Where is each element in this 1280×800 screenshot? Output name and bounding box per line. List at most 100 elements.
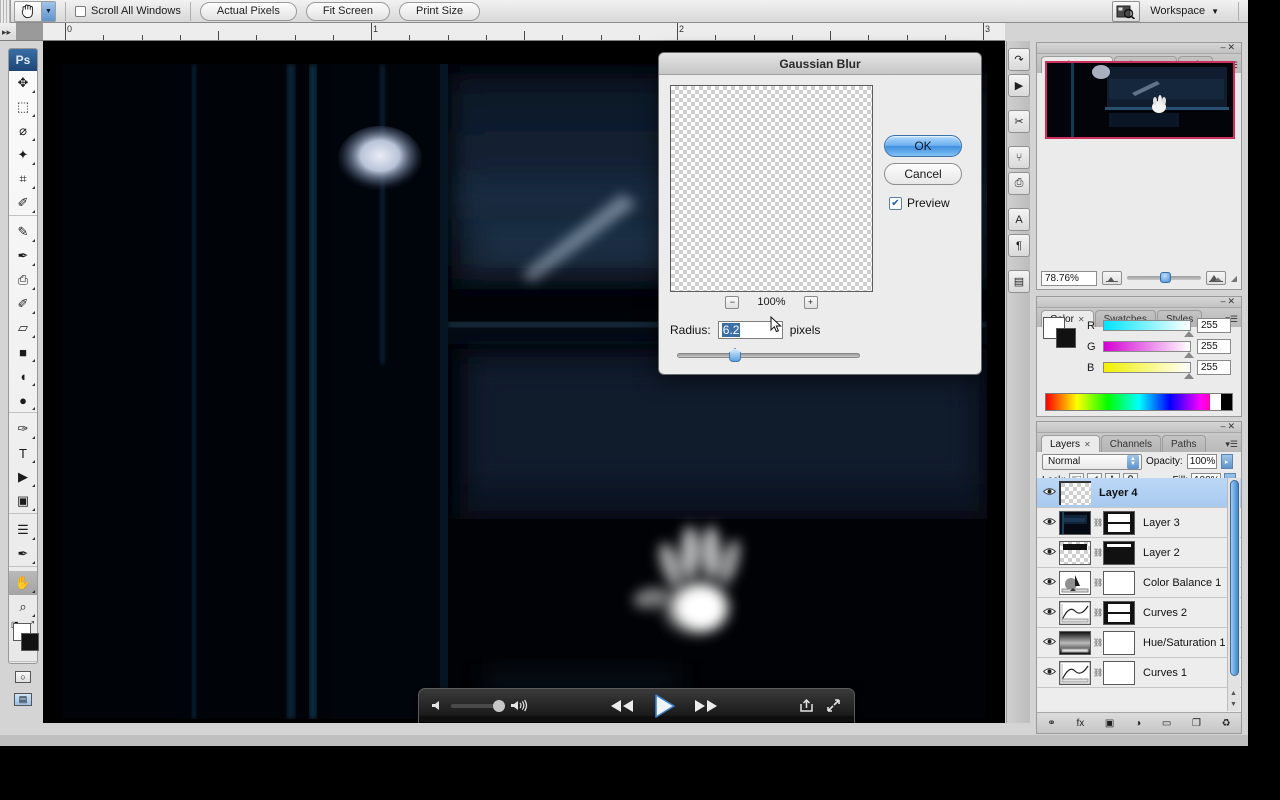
- zoom-out-button[interactable]: −: [725, 295, 740, 309]
- path-selection-tool[interactable]: ▶: [9, 465, 37, 489]
- tool-flyout-triangle-icon[interactable]: [32, 114, 35, 117]
- move-tool[interactable]: ✥: [9, 71, 37, 95]
- layer-visibility-eye-icon[interactable]: [1039, 517, 1059, 529]
- volume-slider[interactable]: [451, 699, 505, 712]
- fit-screen-button[interactable]: Fit Screen: [305, 1, 390, 21]
- blend-mode-stepper-icon[interactable]: ▲ ▼: [1127, 454, 1139, 469]
- paragraph-panel-icon[interactable]: ¶: [1008, 234, 1030, 257]
- layer-thumbnail[interactable]: [1059, 480, 1091, 505]
- layer-mask-link-icon[interactable]: ⛓: [1093, 608, 1103, 617]
- channel-b-value[interactable]: 255: [1197, 360, 1231, 375]
- scroll-all-windows-box[interactable]: [75, 5, 86, 17]
- options-bar-grip[interactable]: [0, 0, 11, 23]
- eraser-tool[interactable]: ▱: [9, 316, 37, 340]
- fullscreen-icon[interactable]: [826, 698, 841, 713]
- tool-flyout-triangle-icon[interactable]: [32, 186, 35, 189]
- zoom-out-icon[interactable]: [1102, 271, 1122, 285]
- play-icon[interactable]: [651, 693, 677, 719]
- color-panel-swatches[interactable]: [1043, 317, 1077, 349]
- eyedropper-tool[interactable]: ✐: [9, 191, 37, 215]
- color-panel-bar[interactable]: –✕: [1037, 296, 1241, 308]
- layers-window-controls[interactable]: –✕: [1220, 421, 1237, 432]
- tool-flyout-triangle-icon[interactable]: [32, 263, 35, 266]
- history-brush-tool[interactable]: ✐: [9, 292, 37, 316]
- blur-tool[interactable]: ◖: [9, 364, 37, 388]
- layer-visibility-eye-icon[interactable]: [1039, 577, 1059, 589]
- channel-r-slider[interactable]: [1103, 320, 1194, 337]
- blend-mode-select[interactable]: Normal ▲ ▼: [1042, 453, 1142, 470]
- layer-visibility-eye-icon[interactable]: [1039, 667, 1059, 679]
- layer-row[interactable]: ⛓ Hue/Saturation 1: [1037, 628, 1241, 658]
- color-swatches[interactable]: ◨ ⤢: [9, 619, 39, 661]
- zoom-in-button[interactable]: +: [803, 295, 818, 309]
- layer-mask-thumbnail[interactable]: [1103, 510, 1135, 535]
- channel-b-slider[interactable]: [1103, 362, 1194, 379]
- opacity-dropdown-icon[interactable]: ▸: [1220, 454, 1233, 469]
- navigator-zoom-field[interactable]: 78.76%: [1041, 270, 1097, 286]
- tool-flyout-triangle-icon[interactable]: [32, 484, 35, 487]
- opacity-field[interactable]: 100%: [1186, 454, 1217, 469]
- layer-thumbnail[interactable]: [1059, 510, 1091, 535]
- print-size-button[interactable]: Print Size: [398, 1, 481, 21]
- scroll-down-icon[interactable]: ▼: [1230, 701, 1237, 708]
- volume-low-icon[interactable]: [431, 699, 445, 712]
- radius-slider[interactable]: [677, 348, 860, 362]
- channel-g-knob[interactable]: [1184, 352, 1194, 358]
- crop-tool[interactable]: ⌗: [9, 167, 37, 191]
- layer-style-icon[interactable]: fx: [1076, 718, 1084, 729]
- dodge-tool[interactable]: ●: [9, 388, 37, 412]
- layer-thumbnail[interactable]: [1059, 660, 1091, 685]
- shape-tool[interactable]: ▣: [9, 489, 37, 513]
- volume-high-icon[interactable]: [510, 699, 528, 712]
- tool-flyout-triangle-icon[interactable]: [32, 460, 35, 463]
- tool-flyout-triangle-icon[interactable]: [32, 287, 35, 290]
- layer-visibility-eye-icon[interactable]: [1039, 547, 1059, 559]
- fast-forward-icon[interactable]: [693, 699, 719, 713]
- tool-flyout-triangle-icon[interactable]: [32, 590, 35, 593]
- resize-grip-icon[interactable]: ◢: [1231, 274, 1237, 283]
- color-background-swatch[interactable]: [1056, 328, 1076, 348]
- quick-mask-toggle[interactable]: ○: [9, 666, 37, 688]
- tool-flyout-triangle-icon[interactable]: [32, 311, 35, 314]
- radius-slider-track[interactable]: [677, 353, 860, 358]
- tab-layers[interactable]: Layers ✕: [1041, 435, 1100, 452]
- layers-scroll-thumb[interactable]: [1230, 480, 1239, 676]
- blur-preview-thumbnail[interactable]: [670, 85, 873, 292]
- layer-thumbnail[interactable]: [1059, 600, 1091, 625]
- horizontal-ruler[interactable]: 0 1 2 3: [43, 23, 1005, 41]
- tab-channels[interactable]: Channels: [1100, 435, 1161, 452]
- tool-flyout-triangle-icon[interactable]: [32, 561, 35, 564]
- layer-mask-link-icon[interactable]: ⛓: [1093, 668, 1103, 677]
- tool-flyout-triangle-icon[interactable]: [32, 162, 35, 165]
- link-layers-icon[interactable]: ⚭: [1047, 718, 1055, 729]
- clone-stamp-tool[interactable]: ⎙: [9, 268, 37, 292]
- actions-panel-icon[interactable]: ↷: [1008, 48, 1030, 71]
- tool-flyout-triangle-icon[interactable]: [32, 508, 35, 511]
- layer-row[interactable]: ⛓ Layer 2: [1037, 538, 1241, 568]
- color-sampler-tool[interactable]: ✒: [9, 542, 37, 566]
- layer-row[interactable]: ⛓ Curves 2: [1037, 598, 1241, 628]
- radius-slider-knob[interactable]: [729, 348, 741, 362]
- magic-wand-tool[interactable]: ✦: [9, 143, 37, 167]
- share-icon[interactable]: [799, 698, 814, 713]
- delete-layer-icon[interactable]: ♻: [1222, 718, 1231, 729]
- new-adjustment-layer-icon[interactable]: ◑: [1135, 718, 1141, 729]
- close-icon[interactable]: ✕: [1084, 440, 1091, 449]
- pen-tool[interactable]: ✑: [9, 417, 37, 441]
- layer-list[interactable]: Layer 4 ⛓ Layer 3 ⛓ Layer 2 ⛓ Color Balance 1 ⛓…: [1037, 478, 1241, 711]
- background-color-swatch[interactable]: [21, 633, 39, 651]
- animation-panel-icon[interactable]: ▶: [1008, 74, 1030, 97]
- tool-flyout-triangle-icon[interactable]: [32, 436, 35, 439]
- navigator-zoom-slider[interactable]: [1127, 272, 1201, 283]
- channel-b-knob[interactable]: [1184, 373, 1194, 379]
- clone-source-panel-icon[interactable]: ⎙: [1008, 172, 1030, 195]
- navigator-zoom-knob[interactable]: [1160, 272, 1172, 283]
- rewind-icon[interactable]: [609, 699, 635, 713]
- healing-brush-tool[interactable]: ✎: [9, 220, 37, 244]
- layers-scrollbar[interactable]: ▲ ▼: [1227, 478, 1240, 711]
- tool-flyout-triangle-icon[interactable]: [32, 537, 35, 540]
- new-layer-icon[interactable]: ❐: [1192, 718, 1201, 729]
- layer-mask-thumbnail[interactable]: [1103, 630, 1135, 655]
- layer-mask-thumbnail[interactable]: [1103, 540, 1135, 565]
- current-tool-well[interactable]: ▼: [14, 0, 56, 22]
